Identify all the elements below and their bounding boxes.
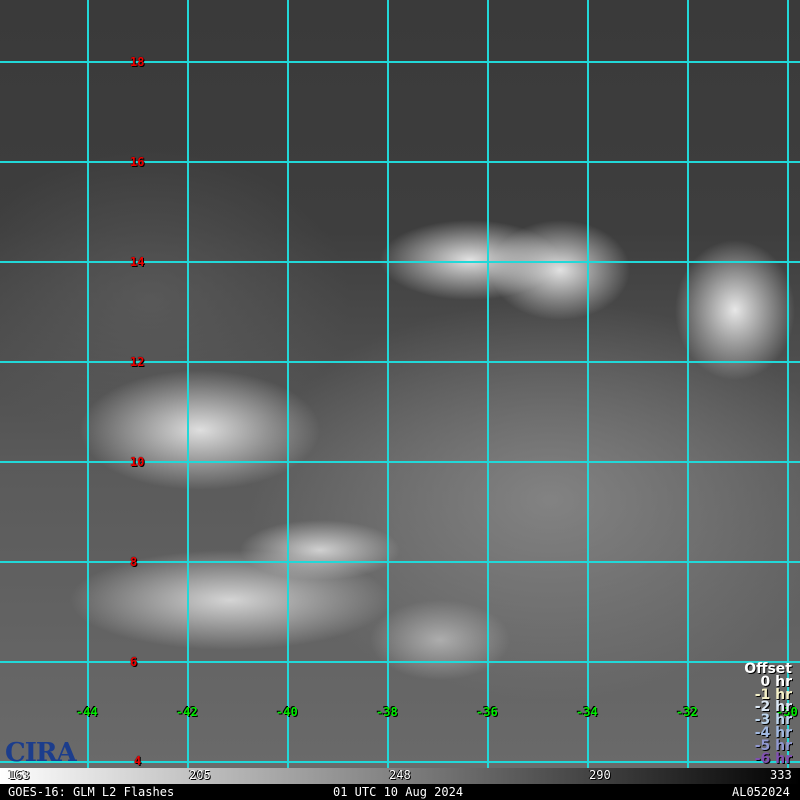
lon-label: -44 [76,705,98,719]
offset-legend: Offset 0 hr -1 hr -2 hr -3 hr -4 hr -5 hr -6 h… [744,662,792,767]
grid-line [0,461,800,463]
lat-label: 10 [130,455,145,469]
lat-label: 6 [130,655,138,669]
grid-line [687,0,689,768]
lat-label: 16 [130,155,145,169]
grid-line [0,761,800,763]
grid-line [187,0,189,768]
grid-line [0,61,800,63]
lat-label: 12 [130,355,145,369]
grid-line [87,0,89,768]
lat-label: 14 [130,255,145,269]
footer-bar: GOES-16: GLM L2 Flashes 01 UTC 10 Aug 20… [0,784,800,800]
grid-line [387,0,389,768]
lon-label: -32 [676,705,698,719]
lon-label: -38 [376,705,398,719]
product-title: GOES-16: GLM L2 Flashes [8,785,175,799]
lat-label: 8 [130,555,138,569]
grid-line [587,0,589,768]
colorbar-tick: 333 [770,768,792,782]
lon-label: -40 [276,705,298,719]
grid-line [0,161,800,163]
lat-label: 4 [134,754,142,768]
satellite-image: 18 16 14 12 10 8 6 4 -44 -42 -40 -38 -36… [0,0,800,768]
grid-line [487,0,489,768]
grid-line [0,561,800,563]
lat-label: 18 [130,55,145,69]
timestamp: 01 UTC 10 Aug 2024 [333,785,464,799]
lon-label: -42 [176,705,198,719]
grid-line [287,0,289,768]
grid-line [787,0,789,768]
lon-label: -34 [576,705,598,719]
storm-id: AL052024 [732,785,790,799]
legend-item: -6 hr [754,750,792,767]
colorbar-tick: 248 [389,768,411,782]
colorbar-tick: 290 [589,768,611,782]
grid-line [0,361,800,363]
grid-line [0,261,800,263]
cira-logo: CIRA [5,738,77,768]
colorbar-tick: 163 [8,768,30,782]
colorbar-tick: 205 [189,768,211,782]
grid-line [0,661,800,663]
lon-label: -36 [476,705,498,719]
